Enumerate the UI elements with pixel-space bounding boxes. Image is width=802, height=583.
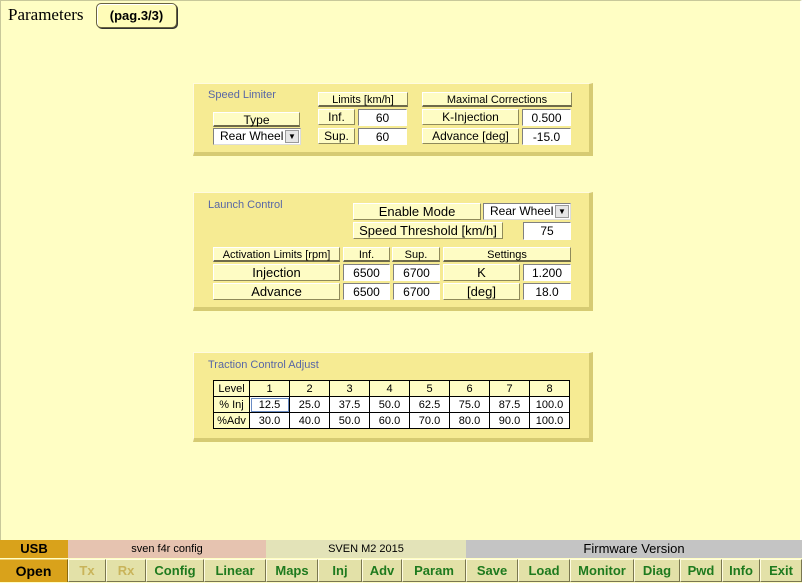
- limit-inf-input[interactable]: 60: [358, 109, 407, 126]
- enable-mode-label: Enable Mode: [353, 203, 481, 220]
- limiter-type-select[interactable]: Rear Wheel ▼: [213, 128, 301, 145]
- inj-button[interactable]: Inj: [318, 559, 362, 582]
- limits-header: Limits [km/h]: [318, 92, 408, 107]
- monitor-button[interactable]: Monitor: [570, 559, 634, 582]
- inj-cell[interactable]: 75.0: [449, 396, 490, 413]
- adv-cell[interactable]: 70.0: [409, 412, 450, 429]
- level-cell: 8: [529, 380, 570, 397]
- inj-cell[interactable]: 12.5: [249, 396, 290, 413]
- adv-cell[interactable]: 80.0: [449, 412, 490, 429]
- advance-row-label: Advance: [213, 283, 340, 300]
- speed-threshold-input[interactable]: 75: [523, 222, 571, 240]
- level-cell: 3: [329, 380, 370, 397]
- inj-cell[interactable]: 100.0: [529, 396, 570, 413]
- adv-cell[interactable]: 100.0: [529, 412, 570, 429]
- adv-button[interactable]: Adv: [362, 559, 402, 582]
- firmware-version: Firmware Version: [466, 540, 802, 558]
- pwd-button[interactable]: Pwd: [680, 559, 722, 582]
- tx-button[interactable]: Tx: [68, 559, 106, 582]
- traction-control-title: Traction Control Adjust: [208, 359, 319, 371]
- advance-inf-input[interactable]: 6500: [343, 283, 390, 300]
- launch-control-panel: Launch Control Enable Mode Rear Wheel ▼ …: [193, 192, 593, 311]
- open-button[interactable]: Open: [0, 559, 68, 582]
- page-title: Parameters: [8, 5, 84, 24]
- level-cell: 6: [449, 380, 490, 397]
- chevron-down-icon[interactable]: ▼: [555, 205, 569, 218]
- inj-row-label: % Inj: [213, 396, 250, 413]
- maps-button[interactable]: Maps: [266, 559, 318, 582]
- inj-cell[interactable]: 87.5: [489, 396, 530, 413]
- page-selector-button[interactable]: (pag.3/3): [96, 3, 177, 28]
- config-name: sven f4r config: [68, 540, 266, 558]
- save-button[interactable]: Save: [466, 559, 518, 582]
- config-button[interactable]: Config: [146, 559, 204, 582]
- level-cell: 7: [489, 380, 530, 397]
- enable-mode-select[interactable]: Rear Wheel ▼: [483, 203, 571, 220]
- inj-cell[interactable]: 37.5: [329, 396, 370, 413]
- limit-inf-label: Inf.: [318, 109, 355, 125]
- status-bar: USB sven f4r config SVEN M2 2015 Firmwar…: [0, 540, 802, 583]
- table-row-level: Level 1 2 3 4 5 6 7 8: [213, 380, 570, 397]
- level-cell: 5: [409, 380, 450, 397]
- advance-label: Advance [deg]: [422, 128, 519, 144]
- enable-mode-value: Rear Wheel: [490, 204, 554, 218]
- level-cell: 1: [249, 380, 290, 397]
- level-cell: 4: [369, 380, 410, 397]
- table-row-adv: %Adv 30.0 40.0 50.0 60.0 70.0 80.0 90.0 …: [213, 412, 570, 429]
- k-injection-label: K-Injection: [422, 109, 519, 125]
- deg-label: [deg]: [443, 283, 520, 300]
- adv-cell[interactable]: 50.0: [329, 412, 370, 429]
- k-label: K: [443, 264, 520, 281]
- activation-inf-header: Inf.: [343, 247, 390, 262]
- traction-control-panel: Traction Control Adjust Level 1 2 3 4 5 …: [193, 352, 593, 442]
- level-label: Level: [213, 380, 250, 397]
- adv-cell[interactable]: 30.0: [249, 412, 290, 429]
- table-row-inj: % Inj 12.5 25.0 37.5 50.0 62.5 75.0 87.5…: [213, 396, 570, 413]
- k-input[interactable]: 1.200: [523, 264, 571, 281]
- info-button[interactable]: Info: [722, 559, 760, 582]
- settings-header: Settings: [443, 247, 571, 262]
- injection-label: Injection: [213, 264, 340, 281]
- advance-input[interactable]: -15.0: [522, 128, 571, 145]
- adv-cell[interactable]: 90.0: [489, 412, 530, 429]
- deg-input[interactable]: 18.0: [523, 283, 571, 300]
- usb-status: USB: [0, 540, 68, 558]
- injection-sup-input[interactable]: 6700: [393, 264, 440, 281]
- linear-button[interactable]: Linear: [204, 559, 266, 582]
- type-label: Type: [213, 112, 300, 127]
- adv-cell[interactable]: 40.0: [289, 412, 330, 429]
- map-name: SVEN M2 2015: [266, 540, 466, 558]
- load-button[interactable]: Load: [518, 559, 570, 582]
- param-button[interactable]: Param: [402, 559, 466, 582]
- maximal-corrections-header: Maximal Corrections: [422, 92, 572, 107]
- diag-button[interactable]: Diag: [634, 559, 680, 582]
- speed-limiter-panel: Speed Limiter Type Rear Wheel ▼ Limits […: [193, 83, 593, 156]
- adv-cell[interactable]: 60.0: [369, 412, 410, 429]
- level-cell: 2: [289, 380, 330, 397]
- chevron-down-icon[interactable]: ▼: [285, 130, 299, 143]
- speed-threshold-label: Speed Threshold [km/h]: [353, 222, 503, 239]
- k-injection-input[interactable]: 0.500: [522, 109, 571, 126]
- activation-limits-header: Activation Limits [rpm]: [213, 247, 340, 262]
- inj-cell[interactable]: 25.0: [289, 396, 330, 413]
- limiter-type-value: Rear Wheel: [220, 129, 284, 143]
- activation-sup-header: Sup.: [392, 247, 440, 262]
- rx-button[interactable]: Rx: [106, 559, 146, 582]
- exit-button[interactable]: Exit: [760, 559, 802, 582]
- advance-sup-input[interactable]: 6700: [393, 283, 440, 300]
- limit-sup-label: Sup.: [318, 128, 355, 144]
- injection-inf-input[interactable]: 6500: [343, 264, 390, 281]
- inj-cell[interactable]: 50.0: [369, 396, 410, 413]
- limit-sup-input[interactable]: 60: [358, 128, 407, 145]
- speed-limiter-title: Speed Limiter: [208, 89, 276, 101]
- launch-control-title: Launch Control: [208, 199, 283, 211]
- traction-control-table: Level 1 2 3 4 5 6 7 8 % Inj 12.5 25.0 37…: [213, 380, 570, 429]
- inj-cell[interactable]: 62.5: [409, 396, 450, 413]
- adv-row-label: %Adv: [213, 412, 250, 429]
